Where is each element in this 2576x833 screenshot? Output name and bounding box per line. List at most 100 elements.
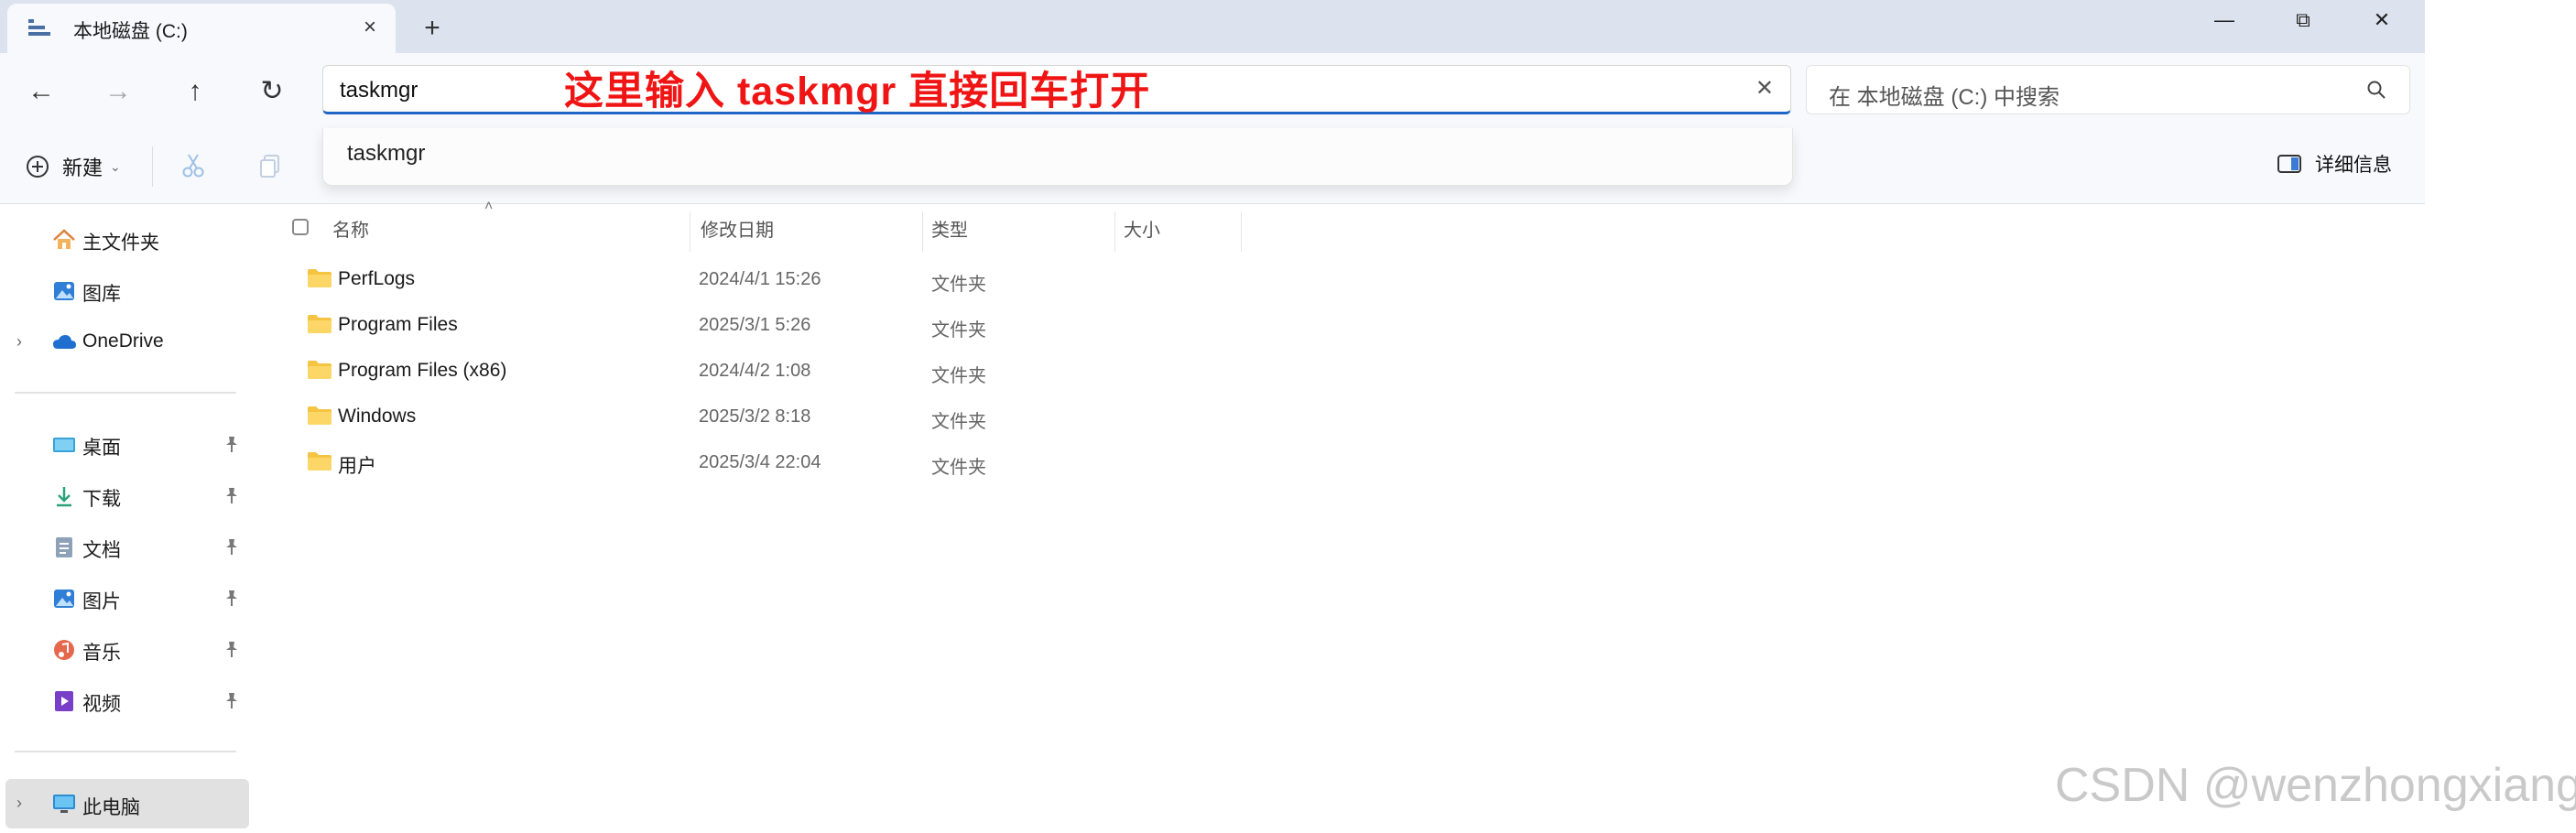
chevron-right-icon[interactable]: › <box>16 332 22 352</box>
toolbar-divider <box>152 146 153 187</box>
folder-icon <box>308 315 332 333</box>
sidebar-item-label: 图片 <box>82 591 121 612</box>
file-date: 2025/3/4 22:04 <box>699 452 821 472</box>
sidebar-item-videos[interactable]: 视频 <box>0 678 252 724</box>
details-pane-button[interactable]: 详细信息 <box>2277 150 2392 178</box>
column-header-name[interactable]: 名称 <box>332 215 369 252</box>
sidebar-item-music[interactable]: 音乐 <box>0 627 252 673</box>
desktop-background <box>2425 0 2576 833</box>
up-button[interactable]: ↑ <box>172 71 218 112</box>
folder-icon <box>308 361 332 379</box>
home-icon <box>53 229 75 249</box>
navigation-pane: 主文件夹 图库 › OneDrive 桌面 下载 文档 图片 音乐 视频 › 此… <box>0 204 252 833</box>
file-date: 2024/4/1 15:26 <box>699 269 821 289</box>
file-name: Program Files <box>338 314 458 335</box>
sidebar-item-this-pc[interactable]: › 此电脑 <box>5 779 249 828</box>
tab-local-disk[interactable]: 本地磁盘 (C:) × <box>7 4 396 53</box>
address-clear-button[interactable]: ✕ <box>1755 75 1774 102</box>
table-row[interactable]: 用户 2025/3/4 22:04 文件夹 <box>252 440 1259 486</box>
cut-icon[interactable] <box>179 152 207 179</box>
address-suggestions-dropdown: taskmgr <box>322 128 1793 186</box>
details-label: 详细信息 <box>2315 155 2392 176</box>
column-divider[interactable] <box>1114 211 1115 252</box>
sidebar-item-label: 音乐 <box>82 643 121 664</box>
sidebar-item-label: 文档 <box>82 540 121 561</box>
table-row[interactable]: Program Files (x86) 2024/4/2 1:08 文件夹 <box>252 349 1259 395</box>
video-icon <box>55 691 73 711</box>
copy-icon[interactable] <box>256 152 284 179</box>
sidebar-item-label: 桌面 <box>82 438 121 459</box>
sidebar-item-label: 下载 <box>82 489 121 510</box>
details-pane-icon <box>2277 155 2301 173</box>
pin-icon[interactable] <box>223 691 240 709</box>
file-type: 文件夹 <box>931 458 986 478</box>
column-header-size[interactable]: 大小 <box>1124 215 1160 252</box>
restore-button[interactable]: ⧉ <box>2264 0 2342 42</box>
file-type: 文件夹 <box>931 412 986 432</box>
document-icon <box>56 537 72 557</box>
new-button-label: 新建 <box>62 157 103 179</box>
file-name: PerfLogs <box>338 268 416 289</box>
cloud-icon <box>53 335 76 349</box>
sidebar-item-gallery[interactable]: 图库 <box>0 268 252 314</box>
pin-icon[interactable] <box>223 537 240 556</box>
minimize-button[interactable]: — <box>2185 0 2264 42</box>
table-row[interactable]: Windows 2025/3/2 8:18 文件夹 <box>252 395 1259 440</box>
desktop-icon <box>53 438 75 452</box>
tab-title: 本地磁盘 (C:) <box>73 21 188 42</box>
chevron-down-icon: ⌄ <box>110 158 121 174</box>
sidebar-divider <box>15 392 236 394</box>
sort-ascending-icon: ˄ <box>484 199 494 214</box>
file-explorer-window: 本地磁盘 (C:) × + — ⧉ ✕ ← → ↑ ↻ taskmgr ✕ 在 … <box>0 0 2425 833</box>
watermark: CSDN @wenzhongxiang <box>2055 759 2576 812</box>
sidebar-item-pictures[interactable]: 图片 <box>0 576 252 622</box>
table-row[interactable]: Program Files 2025/3/1 5:26 文件夹 <box>252 303 1259 349</box>
drive-icon <box>28 19 50 36</box>
computer-icon <box>53 795 75 813</box>
instruction-annotation: 这里输入 taskmgr 直接回车打开 <box>564 70 1151 114</box>
close-window-button[interactable]: ✕ <box>2342 0 2421 42</box>
new-tab-button[interactable]: + <box>414 13 451 46</box>
sidebar-item-desktop[interactable]: 桌面 <box>0 422 252 468</box>
refresh-button[interactable]: ↻ <box>249 71 295 112</box>
sidebar-item-label: OneDrive <box>82 330 164 352</box>
address-value: taskmgr <box>340 78 418 103</box>
folder-icon <box>308 452 332 471</box>
suggestion-item[interactable]: taskmgr <box>347 141 425 167</box>
tab-close-button[interactable]: × <box>353 11 386 44</box>
file-date: 2024/4/2 1:08 <box>699 361 811 381</box>
column-header-type[interactable]: 类型 <box>931 215 968 252</box>
file-date: 2025/3/2 8:18 <box>699 406 811 427</box>
sidebar-item-documents[interactable]: 文档 <box>0 525 252 570</box>
sidebar-divider <box>15 751 236 752</box>
pictures-icon <box>54 590 74 608</box>
back-button[interactable]: ← <box>18 71 64 112</box>
forward-button[interactable]: → <box>95 71 141 112</box>
new-button[interactable]: 新建 ⌄ <box>26 148 121 185</box>
file-date: 2025/3/1 5:26 <box>699 315 811 335</box>
chevron-right-icon[interactable]: › <box>16 794 22 813</box>
music-icon <box>54 640 74 660</box>
sidebar-item-label: 主文件夹 <box>82 233 159 254</box>
pin-icon[interactable] <box>223 640 240 658</box>
file-name: Windows <box>338 406 417 427</box>
sidebar-item-label: 此电脑 <box>82 797 140 818</box>
folder-icon <box>308 269 332 287</box>
column-header-date[interactable]: 修改日期 <box>701 215 774 252</box>
file-type: 文件夹 <box>931 366 986 386</box>
pin-icon[interactable] <box>223 486 240 504</box>
gallery-icon <box>54 282 74 300</box>
address-bar-row: ← → ↑ ↻ taskmgr ✕ 在 本地磁盘 (C:) 中搜索 <box>0 53 2425 130</box>
sidebar-item-downloads[interactable]: 下载 <box>0 473 252 519</box>
table-row[interactable]: PerfLogs 2024/4/1 15:26 文件夹 <box>252 257 1259 303</box>
column-divider[interactable] <box>1241 211 1242 252</box>
search-icon[interactable] <box>2365 79 2387 101</box>
sidebar-item-onedrive[interactable]: › OneDrive <box>0 319 252 365</box>
pin-icon[interactable] <box>223 589 240 607</box>
column-divider[interactable] <box>922 211 923 252</box>
select-all-checkbox[interactable] <box>292 219 309 235</box>
sidebar-item-home[interactable]: 主文件夹 <box>0 217 252 263</box>
sidebar-item-label: 视频 <box>82 694 121 715</box>
pin-icon[interactable] <box>223 435 240 453</box>
search-input[interactable]: 在 本地磁盘 (C:) 中搜索 <box>1806 65 2410 114</box>
